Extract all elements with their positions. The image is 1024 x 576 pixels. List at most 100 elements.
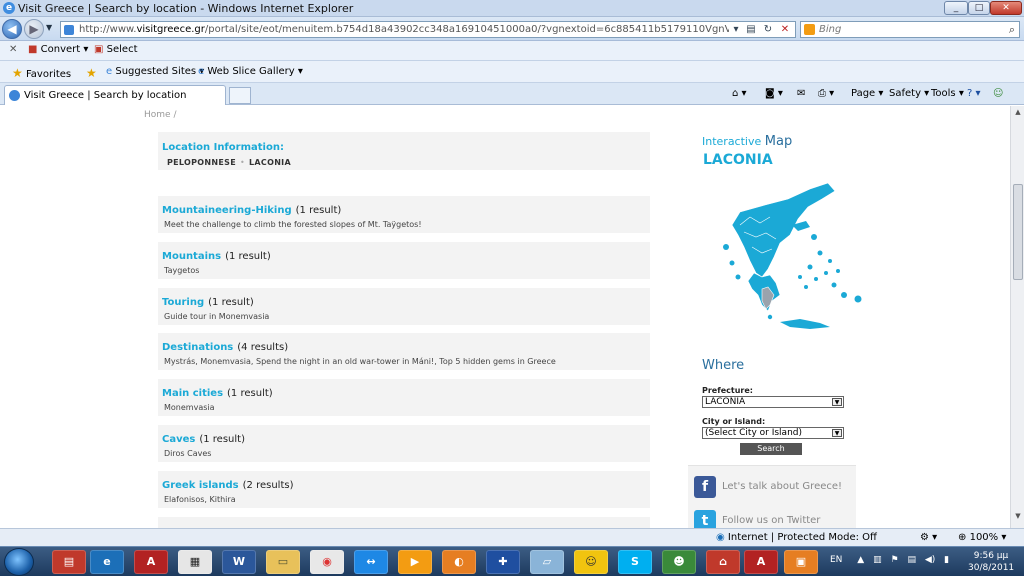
start-button[interactable] (4, 548, 34, 576)
suggested-sites-link[interactable]: e Suggested Sites ▾ (106, 66, 204, 77)
greece-map[interactable] (710, 177, 870, 337)
security-zone[interactable]: ◉ Internet | Protected Mode: Off (716, 532, 877, 543)
location-region[interactable]: PELOPONNESE (167, 158, 236, 167)
forward-button[interactable]: ▶ (24, 19, 44, 39)
people-icon[interactable]: ☻ (662, 550, 696, 574)
tab-bar: Visit Greece | Search by location ⌂ ▾ ◙ … (0, 83, 1024, 105)
usb-icon[interactable]: ▤ (907, 555, 916, 565)
address-dropdown-icon[interactable]: ▾ (729, 23, 743, 36)
result-description[interactable]: Meet the challenge to climb the forested… (164, 220, 422, 229)
vertical-scrollbar[interactable]: ▲ ▼ (1010, 106, 1024, 528)
back-button[interactable]: ◀ (2, 19, 22, 39)
acrobat-icon[interactable]: A (134, 550, 168, 574)
result-description[interactable]: Diros Caves (164, 449, 211, 458)
tab-visit-greece[interactable]: Visit Greece | Search by location (4, 85, 226, 105)
page-viewport: Home / Location Information: PELOPONNESE… (0, 106, 1010, 528)
help-icon[interactable]: ? ▾ (967, 88, 981, 99)
mail-icon[interactable]: ✉ (797, 88, 805, 99)
clock-date: 30/8/2011 (968, 563, 1015, 573)
skype-icon[interactable]: S (618, 550, 652, 574)
result-category-link[interactable]: Mountaineering-Hiking (162, 205, 292, 216)
result-category-link[interactable]: Greek islands (162, 480, 239, 491)
stop-icon[interactable]: ✕ (778, 23, 792, 36)
calculator-icon[interactable]: ▦ (178, 550, 212, 574)
chrome-icon[interactable]: ◉ (310, 550, 344, 574)
result-description[interactable]: Mystrás, Monemvasia, Spend the night in … (164, 357, 556, 366)
page-menu[interactable]: Page ▾ (851, 88, 883, 99)
breadcrumb[interactable]: Home / (144, 110, 176, 120)
network-icon[interactable]: ▥ (873, 555, 882, 565)
scroll-down-icon[interactable]: ▼ (1013, 512, 1023, 524)
language-indicator[interactable]: EN (830, 555, 842, 565)
compatibility-view-icon[interactable]: ▤ (744, 23, 758, 36)
chevron-down-icon[interactable]: ▼ (832, 429, 842, 437)
city-select[interactable]: (Select City or Island) ▼ (702, 427, 844, 439)
result-category-link[interactable]: Touring (162, 297, 204, 308)
result-description[interactable]: Elafonisos, Kithira (164, 495, 236, 504)
history-dropdown-icon[interactable]: ▼ (46, 23, 52, 32)
city-label: City or Island: (702, 417, 766, 426)
maximize-button[interactable]: □ (968, 1, 990, 15)
messenger-smiley-icon[interactable]: ☺ (574, 550, 608, 574)
prefecture-select[interactable]: LACONIA ▼ (702, 396, 844, 408)
new-tab-button[interactable] (229, 87, 251, 104)
firefox-icon[interactable]: ◐ (442, 550, 476, 574)
minimize-button[interactable]: _ (944, 1, 968, 15)
word-icon[interactable]: W (222, 550, 256, 574)
refresh-icon[interactable]: ↻ (761, 23, 775, 36)
result-description[interactable]: Taygetos (164, 266, 199, 275)
app-red-icon[interactable]: ⌂ (706, 550, 740, 574)
scroll-thumb[interactable] (1013, 184, 1023, 280)
flag-icon[interactable]: ⚑ (890, 555, 898, 565)
add-ons-icon[interactable]: ⚙ ▾ (920, 532, 937, 543)
map-region-name: LACONIA (703, 152, 773, 168)
result-heading: Mountaineering-Hiking (1 result) (162, 205, 341, 216)
search-icon[interactable]: ⌕ (1009, 23, 1015, 37)
add-favorite-icon[interactable]: ★ (86, 66, 97, 80)
result-heading: Caves (1 result) (162, 434, 245, 445)
result-count: (1 result) (208, 297, 254, 308)
feeds-icon[interactable]: ◙ ▾ (765, 88, 783, 99)
chevron-down-icon[interactable]: ▼ (832, 398, 842, 406)
address-bar[interactable]: http://www.visitgreece.gr/portal/site/eo… (60, 21, 796, 38)
result-description[interactable]: Monemvasia (164, 403, 215, 412)
favorites-button[interactable]: ★ Favorites (12, 66, 71, 80)
volume-icon[interactable]: ◀) (925, 555, 935, 565)
messenger-icon[interactable]: ☺ (993, 88, 1003, 99)
scroll-up-icon[interactable]: ▲ (1013, 108, 1023, 120)
notes-icon[interactable]: ▱ (530, 550, 564, 574)
print-icon[interactable]: ⎙ ▾ (818, 88, 834, 99)
pdf-converter-icon[interactable]: ▤ (52, 550, 86, 574)
select-button[interactable]: ▣ Select (94, 44, 138, 55)
address-url[interactable]: http://www.visitgreece.gr/portal/site/eo… (79, 24, 729, 35)
result-category-link[interactable]: Destinations (162, 342, 233, 353)
result-category-link[interactable]: Mountains (162, 251, 221, 262)
tools-menu[interactable]: Tools ▾ (931, 88, 964, 99)
close-toolbar-icon[interactable]: ✕ (9, 44, 17, 55)
archive-icon[interactable]: ▣ (784, 550, 818, 574)
result-category-link[interactable]: Caves (162, 434, 195, 445)
result-count: (4 results) (237, 342, 289, 353)
language-flag-icon[interactable]: ✚ (486, 550, 520, 574)
convert-button[interactable]: ■ Convert ▾ (28, 44, 88, 55)
search-placeholder: Bing (819, 24, 842, 35)
system-clock[interactable]: 9:56 μμ 30/8/2011 (968, 550, 1014, 574)
result-description[interactable]: Guide tour in Monemvasia (164, 312, 269, 321)
search-box[interactable]: Bing ⌕ (800, 21, 1020, 38)
close-button[interactable]: ✕ (990, 1, 1022, 15)
web-slice-gallery-link[interactable]: e Web Slice Gallery ▾ (198, 66, 303, 77)
zoom-level[interactable]: ⊕ 100% ▾ (958, 532, 1006, 543)
internet-explorer-icon[interactable]: e (90, 550, 124, 574)
media-player-icon[interactable]: ▶ (398, 550, 432, 574)
safety-menu[interactable]: Safety ▾ (889, 88, 929, 99)
result-category-link[interactable]: Main cities (162, 388, 223, 399)
acrobat-reader-icon[interactable]: A (744, 550, 778, 574)
explorer-folder-icon[interactable]: ▭ (266, 550, 300, 574)
home-icon[interactable]: ⌂ ▾ (732, 88, 747, 99)
search-button[interactable]: Search (740, 443, 802, 455)
window-titlebar[interactable]: e Visit Greece | Search by location - Wi… (0, 0, 1024, 17)
location-prefecture[interactable]: LACONIA (249, 158, 291, 167)
show-hidden-icons-icon[interactable]: ▲ (857, 555, 864, 565)
battery-icon[interactable]: ▮ (944, 555, 949, 565)
teamviewer-icon[interactable]: ↔ (354, 550, 388, 574)
